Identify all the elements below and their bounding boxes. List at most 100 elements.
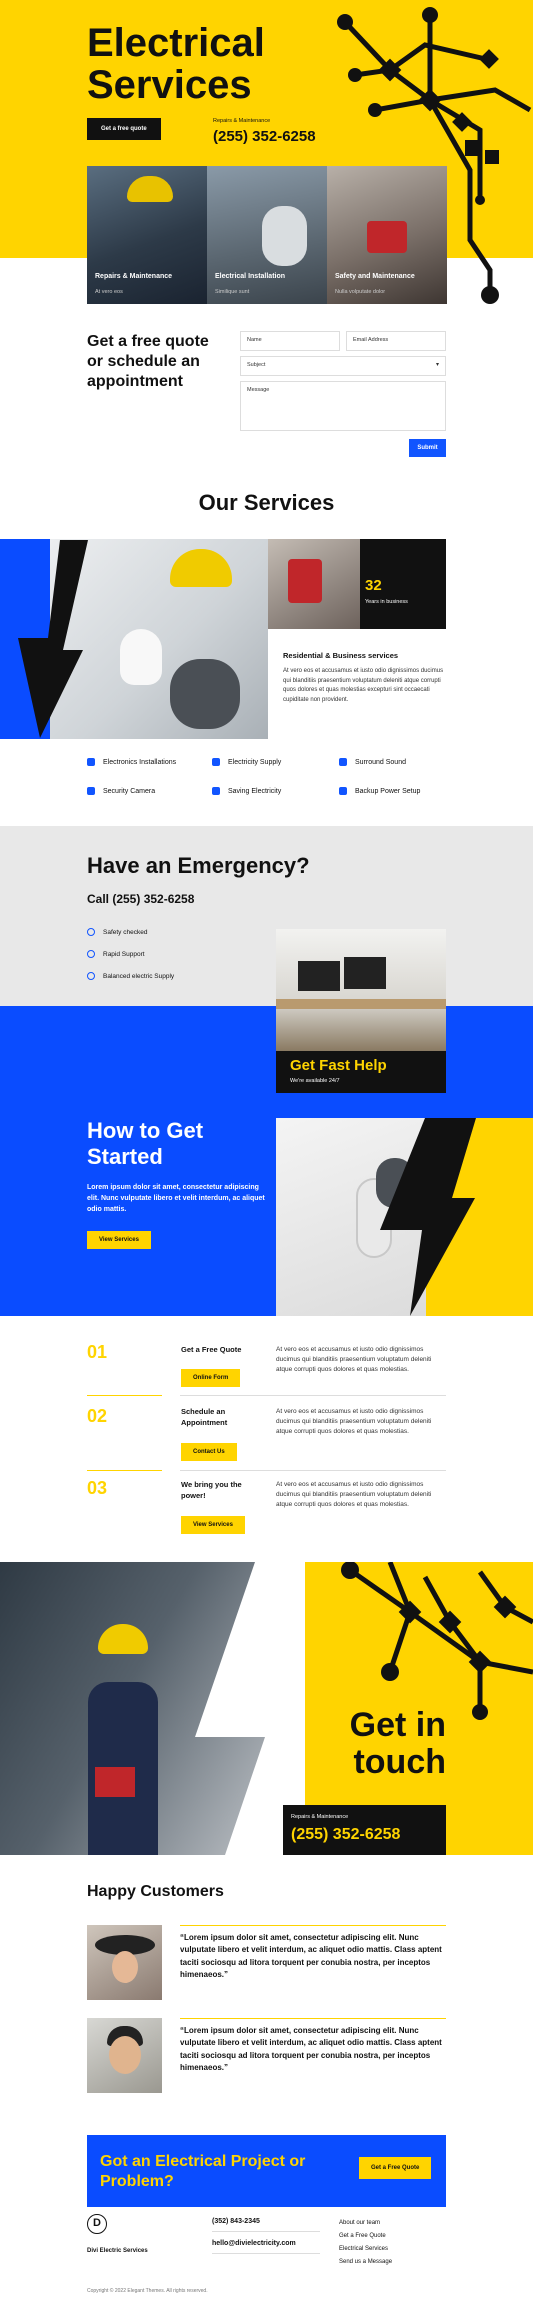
footer-brand: Divi Electric Services: [87, 2248, 148, 2254]
hero-card-safety[interactable]: Safety and Maintenance Nulla volputate do…: [327, 166, 447, 304]
hero-card-caption: Safety and Maintenance Nulla volputate do…: [335, 273, 415, 295]
service-saving-electricity[interactable]: Saving Electricity: [212, 787, 281, 795]
office-photo: [276, 929, 446, 1051]
multimeter-shape: [288, 559, 322, 603]
check-safety: Safety checked: [87, 928, 147, 936]
step-text: At vero eos et accusamus et iusto odio d…: [276, 1481, 432, 1508]
power-icon: [339, 787, 347, 795]
fast-help-title: Get Fast Help: [290, 1057, 387, 1074]
step-title: Get a Free Quote: [181, 1345, 242, 1354]
emergency-phone[interactable]: Call (255) 352-6258: [87, 892, 194, 906]
hero-card-caption: Electrical Installation Similique sunt: [215, 273, 286, 295]
avatar: [87, 1925, 162, 2000]
avatar-face: [112, 1951, 138, 1983]
started-heading: How to Get Started: [87, 1118, 204, 1170]
check-supply: Balanced electric Supply: [87, 972, 174, 980]
cta-free-quote-button[interactable]: Get a Free Quote: [359, 2157, 432, 2179]
step-title: Schedule an Appointment: [181, 1407, 228, 1427]
lightning-bolt-graphic: [380, 1118, 476, 1316]
contact-us-button[interactable]: Contact Us: [181, 1443, 237, 1461]
hero-card-repairs[interactable]: Repairs & Maintenance At vero eos: [87, 166, 207, 304]
footer-email[interactable]: hello@divielectricity.com: [212, 2240, 296, 2247]
lightning-icon: [212, 758, 220, 766]
view-services-button[interactable]: View Services: [87, 1231, 151, 1249]
service-electricity-supply[interactable]: Electricity Supply: [212, 758, 281, 766]
fast-help-box[interactable]: Get Fast Help We're available 24/7: [276, 1051, 446, 1093]
hero-title: Electrical Services: [87, 22, 265, 106]
avatar-face: [109, 2036, 141, 2074]
name-field[interactable]: Name: [240, 331, 340, 351]
footer-link-message[interactable]: Send us a Message: [339, 2259, 392, 2265]
glove-shape: [170, 659, 240, 729]
footer-divider: [212, 2231, 320, 2232]
desk-shape: [276, 999, 446, 1009]
fast-help-sub: We're available 24/7: [290, 1078, 340, 1084]
monitor-shape: [344, 957, 386, 989]
multimeter-photo: [268, 539, 360, 629]
chevron-down-icon: ▾: [435, 362, 439, 368]
footer-phone[interactable]: (352) 843-2345: [212, 2218, 260, 2225]
check-circle-icon: [87, 950, 95, 958]
touch-phone-box[interactable]: Repairs & Maintenance (255) 352-6258: [283, 1805, 446, 1855]
started-body: Lorem ipsum dolor sit amet, consectetur …: [87, 1184, 265, 1213]
multimeter-image: [367, 221, 407, 253]
service-surround-sound[interactable]: Surround Sound: [339, 758, 406, 766]
touch-heading-line1: Get in: [349, 1706, 446, 1744]
subject-select-value: Subject: [247, 362, 266, 368]
copyright: Copyright © 2022 Elegant Themes. All rig…: [87, 2288, 208, 2294]
footer-divider: [212, 2253, 320, 2254]
online-form-button[interactable]: Online Form: [181, 1369, 241, 1387]
hero-phone-label: Repairs & Maintenance: [213, 118, 271, 124]
lightning-bolt-graphic: [18, 540, 88, 738]
helmet-shape: [170, 549, 232, 587]
services-heading: Our Services: [198, 490, 335, 515]
testimonial-quote: “Lorem ipsum dolor sit amet, consectetur…: [180, 1933, 442, 1980]
years-number: 32: [365, 577, 382, 594]
step-number: 03: [87, 1478, 108, 1498]
avatar: [87, 2018, 162, 2093]
testimonial-divider: [180, 2018, 446, 2019]
bulb-shape: [120, 629, 162, 685]
service-electronics-installations[interactable]: Electronics Installations: [87, 758, 176, 766]
helmet-shape: [98, 1624, 148, 1654]
services-subheading: Residential & Business services: [283, 651, 399, 660]
camera-icon: [87, 787, 95, 795]
step-title: We bring you the power!: [181, 1480, 242, 1500]
hero-card-caption: Repairs & Maintenance At vero eos: [95, 273, 173, 295]
step-number: 01: [87, 1342, 108, 1362]
testimonial-quote: “Lorem ipsum dolor sit amet, consectetur…: [180, 2026, 442, 2073]
testimonials-heading: Happy Customers: [87, 1883, 224, 1900]
plug-icon: [87, 758, 95, 766]
submit-button[interactable]: Submit: [409, 439, 446, 457]
free-quote-button[interactable]: Get a free quote: [87, 118, 161, 140]
emergency-heading: Have an Emergency?: [87, 853, 310, 878]
touch-heading-line2: touch: [353, 1743, 446, 1782]
cta-heading: Got an Electrical Project or Problem?: [100, 2153, 306, 2190]
email-field[interactable]: Email Address: [346, 331, 446, 351]
message-field[interactable]: Message: [240, 381, 446, 431]
step-text: At vero eos et accusamus et iusto odio d…: [276, 1346, 432, 1373]
years-badge: 32 Years in business: [360, 539, 446, 629]
service-backup-power-setup[interactable]: Backup Power Setup: [339, 787, 420, 795]
footer-link-quote[interactable]: Get a Free Quote: [339, 2233, 386, 2239]
footer-link-about[interactable]: About our team: [339, 2220, 380, 2226]
steps-divider: [180, 1470, 446, 1471]
step-number: 02: [87, 1406, 108, 1426]
battery-icon: [212, 787, 220, 795]
testimonial-divider: [180, 1925, 446, 1926]
footer-logo[interactable]: D: [87, 2214, 107, 2234]
worker-helmet-image: [127, 176, 173, 202]
years-label: Years in business: [365, 599, 408, 605]
check-circle-icon: [87, 928, 95, 936]
hero-phone[interactable]: (255) 352-6258: [213, 128, 316, 145]
hero-card-installation[interactable]: Electrical Installation Similique sunt: [207, 166, 327, 304]
check-support: Rapid Support: [87, 950, 145, 958]
quote-heading: Get a free quote or schedule an appointm…: [87, 333, 209, 390]
view-services-step-button[interactable]: View Services: [181, 1516, 245, 1534]
step-text: At vero eos et accusamus et iusto odio d…: [276, 1408, 432, 1435]
subject-select[interactable]: Subject ▾: [240, 356, 446, 376]
services-body: At vero eos et accusamus et iusto odio d…: [283, 668, 444, 703]
touch-heading: Get in touch: [330, 1706, 446, 1782]
footer-link-services[interactable]: Electrical Services: [339, 2246, 388, 2252]
service-security-camera[interactable]: Security Camera: [87, 787, 155, 795]
